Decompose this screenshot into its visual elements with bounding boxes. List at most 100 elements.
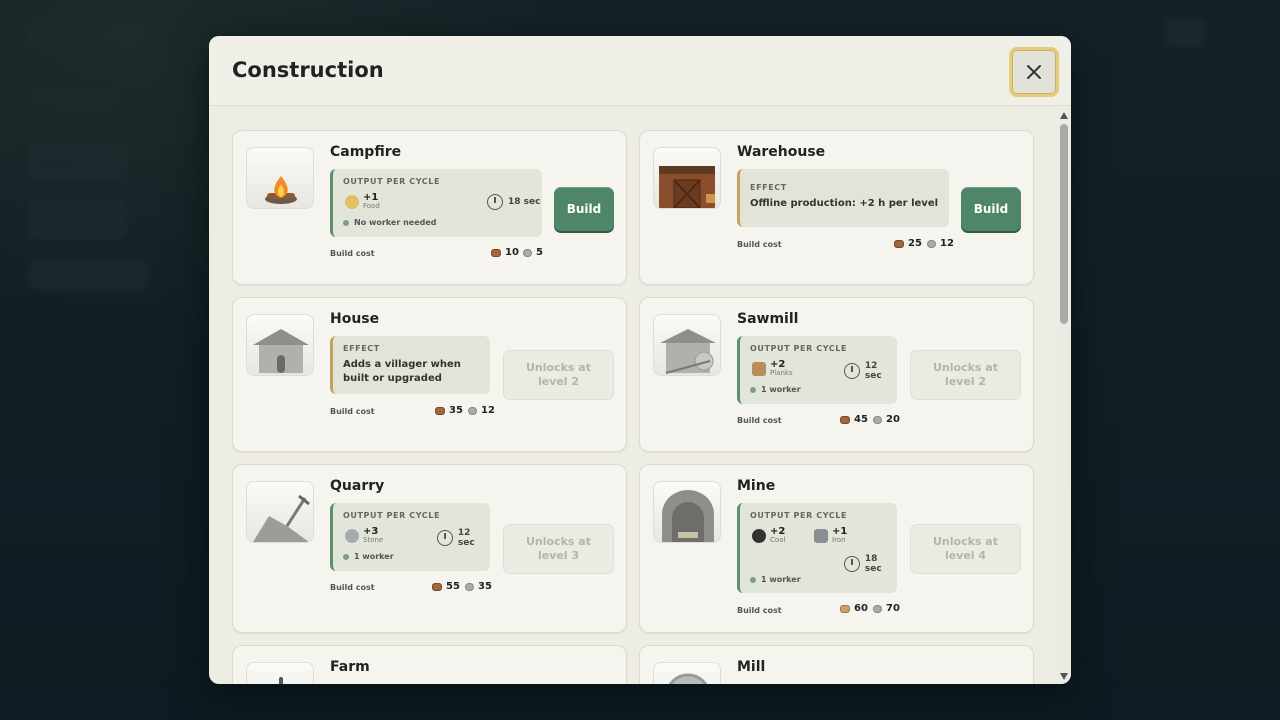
worker-dot-icon [750,576,756,583]
cycle-time: 12 sec [844,361,897,381]
building-card-house: House EFFECT Adds a villager when built … [232,297,627,452]
stone-icon [345,528,359,543]
clock-icon [437,530,453,546]
output-box: OUTPUT PER CYCLE +2 Planks 12 sec 1 worke… [737,336,897,404]
locked-button-mine: Unlocks at level 4 [910,524,1021,574]
clock-icon [487,194,503,210]
building-card-campfire: Campfire OUTPUT PER CYCLE +1 Food 18 sec … [232,130,627,285]
worker-dot-icon [343,553,349,560]
cost-value: 12 [481,405,495,416]
wood-icon [491,248,501,257]
effect-header: EFFECT [750,183,787,192]
output-header: OUTPUT PER CYCLE [750,344,848,353]
output-stone: +3 Stone [345,527,383,544]
cost-wood: 45 [840,414,868,425]
output-label: Iron [832,536,846,544]
cost-wood: 25 [894,238,922,249]
sawmill-image [653,314,721,376]
output-box: OUTPUT PER CYCLE +1 Food 18 sec No worker… [330,169,542,237]
cost-value: 60 [854,603,868,614]
build-cost-label: Build cost [737,606,782,615]
stone-icon [468,406,477,415]
output-coal: +2 Coal [752,527,785,544]
scroll-down-icon[interactable] [1060,673,1068,680]
effect-box: EFFECT Adds a villager when built or upg… [330,336,490,394]
cost-value: 10 [505,247,519,258]
worker-info: 1 worker [750,385,801,394]
coal-icon [752,528,766,543]
worker-text: No worker needed [354,218,437,227]
cost-wood: 35 [435,405,463,416]
worker-dot-icon [343,219,349,226]
background-menu-item [28,200,128,240]
stone-icon [873,604,882,613]
warehouse-image [653,147,721,209]
worker-text: 1 worker [354,552,394,561]
effect-box: EFFECT Offline production: +2 h per leve… [737,169,949,227]
wood-icon [435,406,445,415]
output-header: OUTPUT PER CYCLE [750,511,848,520]
building-card-mine: Mine OUTPUT PER CYCLE +2 Coal +1 Iron 18 s… [639,464,1034,633]
cycle-time: 18 sec [844,554,897,574]
cost-planks: 60 [840,603,868,614]
worker-text: 1 worker [761,385,801,394]
output-planks: +2 Planks [752,360,793,377]
wood-icon [894,239,904,248]
scrollbar[interactable] [1057,108,1071,684]
cycle-time: 12 sec [437,528,490,548]
close-icon [1027,65,1041,79]
building-card-sawmill: Sawmill OUTPUT PER CYCLE +2 Planks 12 sec… [639,297,1034,452]
scroll-up-icon[interactable] [1060,112,1068,119]
close-button[interactable] [1009,47,1059,97]
effect-text: Adds a villager when built or upgraded [343,359,461,384]
locked-button-quarry: Unlocks at level 3 [503,524,614,574]
building-name: Sawmill [737,311,799,327]
stone-icon [927,239,936,248]
wood-icon [432,582,442,591]
building-name: House [330,311,380,327]
building-name: Quarry [330,478,385,494]
farm-image [246,662,314,684]
background-menu-item [28,140,128,180]
cost-value: 20 [886,414,900,425]
wood-icon [840,415,850,424]
output-food: +1 Food [345,193,380,210]
building-list: Campfire OUTPUT PER CYCLE +1 Food 18 sec … [209,107,1071,684]
building-name: Warehouse [737,144,826,160]
clock-icon [844,363,860,379]
construction-modal: Construction Campfire OUTPUT PER CYCLE +… [209,36,1071,684]
build-button-campfire[interactable]: Build [554,187,614,231]
worker-dot-icon [750,386,756,393]
scrollbar-thumb[interactable] [1060,124,1068,324]
building-name: Farm [330,659,370,675]
worker-info: 1 worker [750,575,801,584]
locked-button-house: Unlocks at level 2 [503,350,614,400]
cost-stone: 35 [465,581,492,592]
worker-info: No worker needed [343,218,437,227]
cost-value: 5 [536,247,543,258]
output-label: Planks [770,369,793,377]
food-icon [345,194,359,209]
building-name: Campfire [330,144,402,160]
cost-value: 70 [886,603,900,614]
building-card-warehouse: Warehouse EFFECT Offline production: +2 … [639,130,1034,285]
cost-value: 35 [478,581,492,592]
build-cost-label: Build cost [737,416,782,425]
mill-image [653,662,721,684]
stone-icon [873,415,882,424]
cost-value: 35 [449,405,463,416]
output-iron: +1 Iron [814,527,847,544]
house-image [246,314,314,376]
cost-value: 12 [940,238,954,249]
build-cost-label: Build cost [330,249,375,258]
building-name: Mill [737,659,766,675]
build-button-warehouse[interactable]: Build [961,187,1021,231]
cost-stone: 12 [468,405,495,416]
output-box: OUTPUT PER CYCLE +2 Coal +1 Iron 18 sec 1 … [737,503,897,593]
cost-stone: 70 [873,603,900,614]
clock-icon [844,556,860,572]
build-cost-label: Build cost [330,583,375,592]
build-cost-label: Build cost [737,240,782,249]
cost-value: 55 [446,581,460,592]
iron-icon [814,528,828,543]
